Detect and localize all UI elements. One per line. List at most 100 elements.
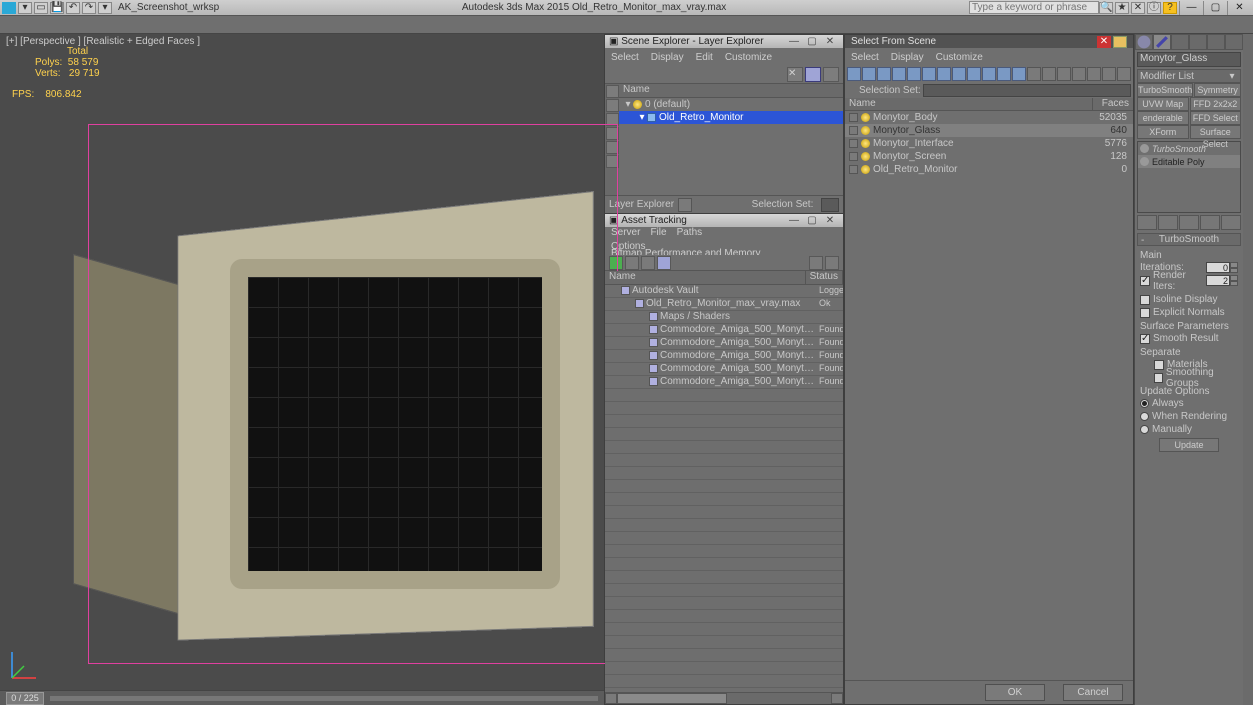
sfs-filter-1[interactable] — [847, 67, 861, 81]
info-icon[interactable]: ⓘ — [1147, 2, 1161, 14]
sfs-table[interactable]: Name Faces Monytor_Body52035Monytor_Glas… — [845, 98, 1133, 680]
create-tab[interactable] — [1135, 34, 1153, 50]
scene-tree-header[interactable]: Name — [619, 84, 843, 98]
asset-row[interactable]: Maps / Shaders — [605, 311, 843, 324]
sfs-filter-9[interactable] — [967, 67, 981, 81]
stack-row[interactable]: Editable Poly — [1138, 155, 1240, 168]
stack-configure[interactable] — [1221, 215, 1241, 230]
sfs-filter-2[interactable] — [862, 67, 876, 81]
se-tool-2[interactable] — [805, 67, 821, 82]
radio-manually[interactable] — [1140, 425, 1149, 434]
sfs-filter-18[interactable] — [1102, 67, 1116, 81]
explicit-normals-checkbox[interactable] — [1140, 308, 1150, 318]
star-icon[interactable]: ★ — [1115, 2, 1129, 14]
stack-remove[interactable] — [1200, 215, 1220, 230]
sfs-row[interactable]: Monytor_Interface5776 — [845, 137, 1133, 150]
asset-row[interactable]: Autodesk VaultLogged — [605, 285, 843, 298]
se-side-1[interactable] — [606, 85, 619, 98]
sfs-filter-3[interactable] — [877, 67, 891, 81]
se-menu-display[interactable]: Display — [651, 52, 684, 63]
stack-show-end[interactable] — [1158, 215, 1178, 230]
asset-row[interactable]: Commodore_Amiga_500_Monytor_Old_Fr...Fou… — [605, 337, 843, 350]
asset-tracking-title-bar[interactable]: ▣ Asset Tracking — ▢ ✕ — [605, 214, 843, 227]
asset-tool-4[interactable] — [657, 256, 671, 270]
asset-row[interactable]: Commodore_Amiga_500_Monytor_Old_Di...Fou… — [605, 324, 843, 337]
render-iters-spinner[interactable]: 2 — [1206, 275, 1230, 286]
workspace-button[interactable]: ▾ — [98, 2, 112, 14]
scene-row[interactable]: ▾Old_Retro_Monitor — [619, 111, 843, 124]
asset-menu-paths[interactable]: Paths — [677, 227, 703, 238]
asset-row[interactable]: Commodore_Amiga_500_Monytor_Old_Gl...Fou… — [605, 350, 843, 363]
asset-col-status[interactable]: Status — [806, 271, 843, 284]
sfs-filter-8[interactable] — [952, 67, 966, 81]
asset-menu-options[interactable]: Options — [605, 241, 843, 255]
scene-explorer-minimize[interactable]: — — [785, 36, 803, 47]
sfs-table-header[interactable]: Name Faces — [845, 98, 1133, 111]
scroll-left[interactable] — [605, 693, 617, 704]
display-tab[interactable] — [1207, 34, 1225, 50]
asset-menu-file[interactable]: File — [650, 227, 666, 238]
materials-checkbox[interactable] — [1154, 360, 1164, 370]
scene-tree[interactable]: Name ▾0 (default)▾Old_Retro_Monitor — [619, 84, 843, 195]
new-button[interactable]: ▾ — [18, 2, 32, 14]
se-side-3[interactable] — [606, 113, 619, 126]
asset-hscrollbar[interactable] — [605, 692, 843, 704]
radio-when-rendering[interactable] — [1140, 412, 1149, 421]
selset-field[interactable] — [821, 198, 839, 212]
scene-explorer-title-bar[interactable]: ▣ Scene Explorer - Layer Explorer — ▢ ✕ — [605, 35, 843, 48]
help-search-icon[interactable]: 🔍 — [1099, 2, 1113, 14]
sfs-filter-15[interactable] — [1057, 67, 1071, 81]
search-input[interactable] — [969, 1, 1099, 14]
sfs-filter-13[interactable] — [1027, 67, 1041, 81]
scroll-thumb[interactable] — [617, 693, 727, 704]
asset-menu-server[interactable]: Server — [611, 227, 640, 238]
sfs-col-name[interactable]: Name — [845, 98, 1093, 110]
asset-tool-6[interactable] — [825, 256, 839, 270]
sfs-filter-6[interactable] — [922, 67, 936, 81]
asset-col-name[interactable]: Name — [605, 271, 806, 284]
se-menu-edit[interactable]: Edit — [696, 52, 713, 63]
redo-button[interactable]: ↷ — [82, 2, 96, 14]
modbtn-ffd2x2x2[interactable]: FFD 2x2x2 — [1190, 97, 1242, 111]
timeline[interactable]: 0 / 225 — [0, 690, 604, 705]
rollout-header[interactable]: -TurboSmooth — [1137, 233, 1241, 246]
modbtn-symmetry[interactable]: Symmetry — [1194, 83, 1241, 97]
stack-pin[interactable] — [1137, 215, 1157, 230]
sfs-pin-icon[interactable] — [1113, 36, 1127, 48]
scene-row[interactable]: ▾0 (default) — [619, 98, 843, 111]
se-menu-select[interactable]: Select — [611, 52, 639, 63]
se-menu-customize[interactable]: Customize — [725, 52, 772, 63]
sfs-filter-7[interactable] — [937, 67, 951, 81]
asset-minimize[interactable]: — — [785, 215, 803, 226]
se-tool-3[interactable] — [823, 67, 839, 82]
sfs-row[interactable]: Monytor_Glass640 — [845, 124, 1133, 137]
scene-explorer-maximize[interactable]: ▢ — [803, 36, 821, 47]
minimize-button[interactable]: — — [1179, 1, 1203, 15]
maximize-button[interactable]: ▢ — [1203, 1, 1227, 15]
modbtn-turbosmooth[interactable]: TurboSmooth — [1137, 83, 1193, 97]
sfs-title-bar[interactable]: Select From Scene ✕ — [845, 35, 1133, 48]
utilities-tab[interactable] — [1225, 34, 1243, 50]
sfs-row[interactable]: Monytor_Screen128 — [845, 150, 1133, 163]
sfs-filter-4[interactable] — [892, 67, 906, 81]
viewport[interactable]: [+] [Perspective ] [Realistic + Edged Fa… — [0, 34, 604, 690]
sfs-filter-5[interactable] — [907, 67, 921, 81]
asset-row[interactable]: Old_Retro_Monitor_max_vray.maxOk — [605, 298, 843, 311]
radio-always[interactable] — [1140, 399, 1149, 408]
smooth-result-checkbox[interactable] — [1140, 334, 1150, 344]
sfs-col-faces[interactable]: Faces — [1093, 98, 1133, 110]
help-icon[interactable]: ? — [1163, 2, 1177, 14]
sfs-filter-17[interactable] — [1087, 67, 1101, 81]
se-side-5[interactable] — [606, 141, 619, 154]
asset-table[interactable]: Name Status Autodesk VaultLoggedOld_Retr… — [605, 271, 843, 704]
iterations-spinner[interactable]: 0 — [1206, 262, 1230, 273]
asset-tool-2[interactable] — [625, 256, 639, 270]
asset-row[interactable]: Commodore_Amiga_500_Monytor_Old_Re...Fou… — [605, 363, 843, 376]
exchange-icon[interactable]: ✕ — [1131, 2, 1145, 14]
asset-refresh[interactable] — [609, 256, 623, 270]
layer-dropdown[interactable] — [678, 198, 692, 212]
render-iters-spin-btns[interactable] — [1230, 275, 1238, 286]
sfs-filter-10[interactable] — [982, 67, 996, 81]
smgroups-checkbox[interactable] — [1154, 373, 1163, 383]
asset-close[interactable]: ✕ — [821, 215, 839, 226]
